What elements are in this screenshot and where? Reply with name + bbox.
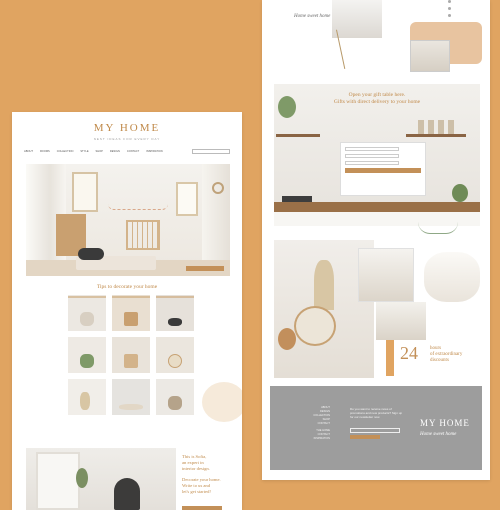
hero-window: [72, 172, 98, 212]
watercolor-splash: [202, 382, 242, 422]
left-page-mockup: MY HOME NEST IDEAS FOR EVERY DAY ABOUT R…: [12, 112, 242, 510]
site-footer: ABOUT DESIGN COLLECTION SHOP CONTACT THE…: [270, 386, 482, 470]
promo-teddy: [278, 328, 296, 350]
tip-tile[interactable]: [68, 379, 106, 415]
eucalyptus-decor: [418, 222, 458, 234]
tip-tile[interactable]: [112, 379, 150, 415]
hero-crib: [126, 220, 160, 250]
tips-section-title: Tips to decorate your home: [96, 284, 158, 290]
nav-item-design[interactable]: DESIGN: [110, 150, 120, 153]
kitchen-shelf-left: [276, 134, 320, 137]
tip-tile[interactable]: [112, 337, 150, 373]
about-text: This is Sofia, an expert in interior des…: [182, 454, 238, 495]
promo-number: 24: [400, 343, 418, 363]
footer-link[interactable]: INSPIRATION: [298, 437, 330, 441]
about-plant: [76, 468, 88, 488]
nav-item-about[interactable]: ABOUT: [24, 150, 33, 153]
newsletter-submit-button[interactable]: [350, 435, 380, 439]
top-photo-small: [410, 40, 450, 72]
about-window: [36, 452, 80, 510]
about-contact-button[interactable]: [182, 506, 222, 510]
site-logo[interactable]: MY HOME: [12, 122, 242, 134]
kitchen-shelf-right: [406, 134, 466, 137]
tip-tile[interactable]: [156, 379, 194, 415]
nav-item-shop[interactable]: SHOP: [96, 150, 103, 153]
about-line: let's get started!: [182, 488, 211, 494]
gift-registry-section: Open your gift table here. Gifts with di…: [274, 84, 480, 226]
gift-code-field[interactable]: [345, 161, 399, 165]
gift-submit-button[interactable]: [345, 168, 421, 173]
hero-wreath: [212, 182, 224, 194]
kitchen-counter: [274, 202, 480, 212]
footer-links: ABOUT DESIGN COLLECTION SHOP CONTACT THE…: [298, 406, 330, 441]
promo-line-3: discounts: [430, 358, 449, 363]
promo-section: 24 hours of extraordinary discounts: [274, 240, 484, 380]
gift-name-field[interactable]: [345, 147, 399, 151]
hero-cta-button[interactable]: [186, 266, 224, 271]
gift-form: [340, 142, 426, 196]
newsletter-text: Do you want to receive news of promotion…: [350, 407, 403, 419]
promo-label: hours of extraordinary discounts: [430, 346, 462, 364]
tip-tile[interactable]: [156, 295, 194, 331]
hero-window-right: [176, 182, 198, 216]
promo-photo-bookshelf: [376, 302, 426, 340]
top-collage: Home sweet home: [262, 0, 490, 76]
about-photo: [26, 448, 176, 510]
tip-tile[interactable]: [112, 295, 150, 331]
promo-photo-shelf: [358, 248, 414, 302]
tip-tile[interactable]: [68, 337, 106, 373]
site-tagline: NEST IDEAS FOR EVERY DAY: [93, 137, 161, 141]
tip-tile[interactable]: [68, 295, 106, 331]
newsletter-email-input[interactable]: [350, 428, 400, 433]
gift-email-field[interactable]: [345, 154, 399, 158]
promo-pampas: [314, 260, 334, 310]
nav-item-contact[interactable]: CONTACT: [127, 150, 139, 153]
search-input[interactable]: [192, 148, 230, 154]
tip-tile[interactable]: [156, 337, 194, 373]
gift-heading: Open your gift table here. Gifts with di…: [274, 92, 480, 106]
nav-item-style[interactable]: STYLE: [80, 150, 88, 153]
top-signature: Home sweet home: [294, 14, 331, 19]
slider-dots[interactable]: [448, 0, 452, 21]
footer-signature: Home sweet home: [420, 432, 457, 437]
nav-item-rooms[interactable]: ROOMS: [40, 150, 50, 153]
about-person: [114, 478, 140, 510]
nav-item-inspiration[interactable]: INSPIRATION: [146, 150, 162, 153]
hero-balance-bike: [78, 248, 104, 260]
hero-image: [26, 164, 230, 276]
gift-heading-line-2: Gifts with direct delivery to your home: [333, 99, 421, 106]
main-nav: ABOUT ROOMS COLLECTION STYLE SHOP DESIGN…: [24, 148, 230, 154]
kitchen-plant: [278, 96, 296, 118]
promo-chair: [294, 306, 336, 346]
kitchen-jars: [418, 120, 458, 134]
tips-grid: [68, 295, 196, 415]
nav-item-collection[interactable]: COLLECTION: [57, 150, 74, 153]
promo-accent-bar: [386, 340, 394, 376]
hero-garland: [108, 204, 168, 210]
promo-photo-watercolor: [424, 252, 480, 302]
footer-logo[interactable]: MY HOME: [420, 418, 470, 428]
kitchen-pot: [452, 184, 468, 202]
right-page-mockup: Home sweet home Open your gift table her…: [262, 0, 490, 480]
